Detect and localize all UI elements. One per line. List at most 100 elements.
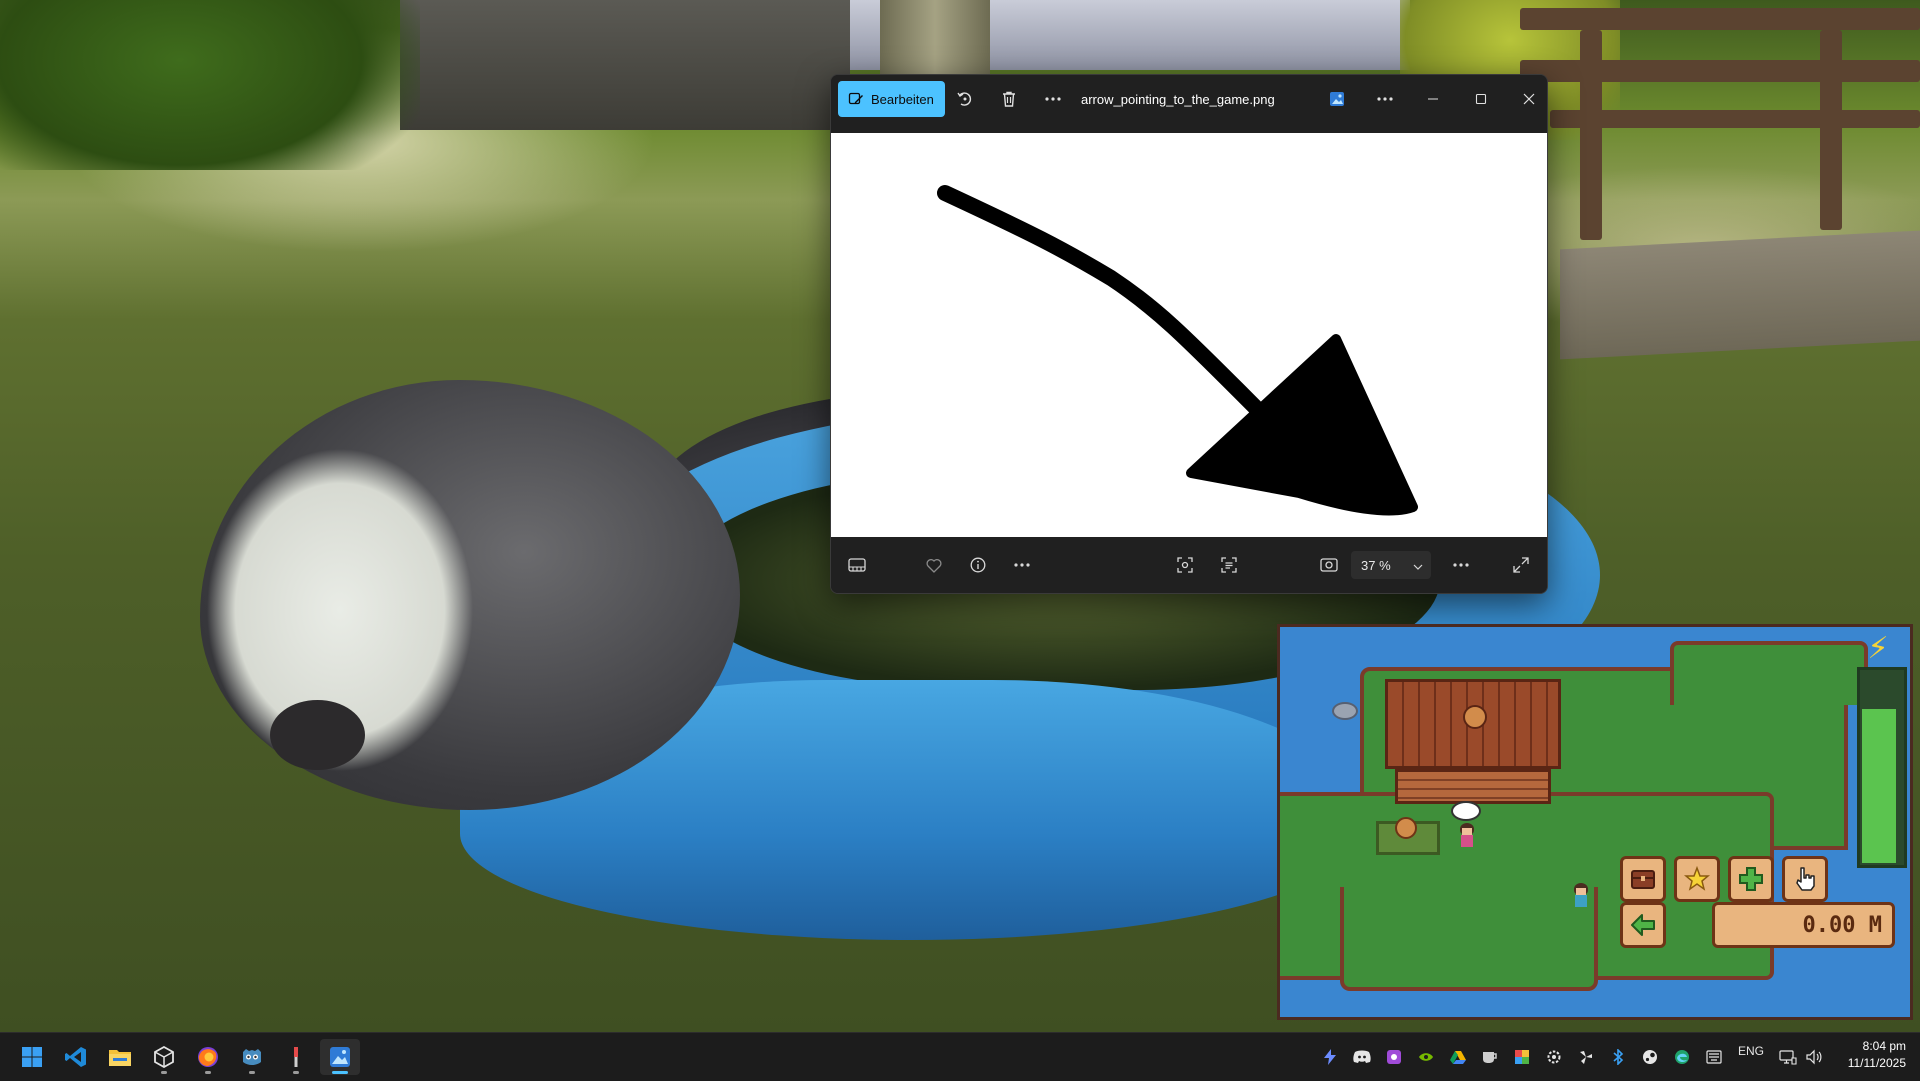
interact-button[interactable] (1782, 856, 1828, 902)
text-scan-icon (1221, 557, 1237, 573)
arrow-drawing (937, 185, 1418, 516)
favorites-button[interactable] (1674, 856, 1720, 902)
image-canvas[interactable] (831, 133, 1547, 537)
inventory-button[interactable] (1620, 856, 1666, 902)
taskbar-app-photos[interactable] (320, 1039, 360, 1075)
viewer-bottom-bar: 37 % (831, 537, 1547, 593)
start-button[interactable] (12, 1039, 52, 1075)
arrow-left-icon (1631, 914, 1655, 936)
star-icon (1684, 866, 1710, 891)
volume-button[interactable] (1802, 1045, 1826, 1069)
tray-item[interactable] (1382, 1045, 1406, 1069)
viewer-title-bar[interactable]: Bearbeiten arrow_pointing_to_the_game.pn… (831, 75, 1547, 133)
more-options-button[interactable] (1035, 81, 1071, 117)
fullscreen-button[interactable] (1503, 547, 1539, 583)
wallpaper-wall (400, 0, 850, 130)
network-icon (1779, 1050, 1797, 1065)
expand-icon (1513, 557, 1529, 573)
photos-app-button[interactable] (1319, 81, 1355, 117)
edge-icon (1675, 1050, 1689, 1064)
clock[interactable]: 8:04 pm 11/11/2025 (1832, 1038, 1906, 1072)
wallpaper-path (1560, 230, 1920, 360)
chevron-down-icon (1413, 558, 1423, 573)
photos-viewer-window: Bearbeiten arrow_pointing_to_the_game.pn… (830, 74, 1548, 594)
trash-icon (1003, 91, 1015, 107)
steam-icon (1643, 1050, 1657, 1064)
photos-icon (330, 1047, 350, 1067)
nvidia-icon (1419, 1053, 1433, 1061)
tray-item[interactable] (1510, 1045, 1534, 1069)
island-grass (1340, 887, 1598, 991)
close-button[interactable] (1511, 81, 1547, 117)
taskbar-app-tool[interactable] (276, 1039, 316, 1075)
tray-item[interactable] (1702, 1045, 1726, 1069)
google-drive-icon (1450, 1051, 1466, 1064)
distance-counter: 0.00 M (1712, 902, 1895, 948)
taskbar-app-godot[interactable] (232, 1039, 272, 1075)
wallpaper-bench (1520, 0, 1920, 250)
speaker-icon (1806, 1049, 1822, 1065)
game-window[interactable]: ⚡ 0.00 M (1277, 624, 1913, 1020)
npc-character[interactable] (1458, 823, 1476, 849)
taskbar-app-firefox[interactable] (188, 1039, 228, 1075)
fan-icon (1580, 1051, 1592, 1064)
network-button[interactable] (1776, 1045, 1800, 1069)
color-app-icon (1515, 1050, 1529, 1064)
filmstrip-button[interactable] (839, 547, 875, 583)
text-scan-button[interactable] (1211, 547, 1247, 583)
discord-icon (1353, 1050, 1371, 1063)
tray-item[interactable] (1574, 1045, 1598, 1069)
tray-item[interactable] (1638, 1045, 1662, 1069)
actual-size-button[interactable] (1311, 547, 1347, 583)
camera-frame-icon (1320, 558, 1338, 572)
speech-bubble-icon (1451, 801, 1481, 821)
tray-item[interactable] (1446, 1045, 1470, 1069)
language-indicator[interactable]: ENG (1738, 1044, 1764, 1058)
minimize-button[interactable] (1415, 81, 1451, 117)
more-horizontal-icon (1045, 97, 1061, 101)
more-horizontal-icon (1377, 97, 1393, 101)
plus-icon (1739, 867, 1763, 891)
taskbar-app-unity[interactable] (144, 1039, 184, 1075)
energy-fill (1862, 709, 1896, 863)
file-info-button[interactable] (960, 547, 996, 583)
maximize-icon (1475, 93, 1487, 105)
back-button[interactable] (1620, 902, 1666, 948)
bluetooth-icon (1613, 1049, 1624, 1065)
bottom-more-button[interactable] (1004, 547, 1040, 583)
taskbar-app-vscode[interactable] (56, 1039, 96, 1075)
wallpaper-dog-nose (270, 700, 365, 770)
windows-start-icon (22, 1047, 42, 1067)
info-icon (970, 557, 986, 573)
close-icon (1523, 93, 1535, 105)
zoom-dropdown[interactable]: 37 % (1351, 551, 1431, 579)
tray-item[interactable] (1318, 1045, 1342, 1069)
rotate-button[interactable] (947, 81, 983, 117)
taskbar-app-explorer[interactable] (100, 1039, 140, 1075)
edit-button[interactable]: Bearbeiten (838, 81, 945, 117)
keyboard-icon (1706, 1050, 1722, 1064)
app-icon (1387, 1050, 1401, 1064)
tray-item[interactable] (1414, 1045, 1438, 1069)
maximize-button[interactable] (1463, 81, 1499, 117)
zoom-more-button[interactable] (1443, 547, 1479, 583)
energy-bar (1857, 667, 1907, 868)
window-more-button[interactable] (1367, 81, 1403, 117)
player-character[interactable] (1572, 883, 1590, 909)
more-horizontal-icon (1453, 563, 1469, 567)
tray-item[interactable] (1478, 1045, 1502, 1069)
tray-item[interactable] (1606, 1045, 1630, 1069)
tray-item[interactable] (1350, 1045, 1374, 1069)
godot-icon (243, 1049, 261, 1065)
more-horizontal-icon (1014, 563, 1030, 567)
wooden-hut (1385, 679, 1561, 804)
favorite-button[interactable] (916, 547, 952, 583)
coin-icon (1395, 817, 1417, 839)
delete-button[interactable] (991, 81, 1027, 117)
file-explorer-icon (109, 1050, 131, 1066)
tray-item[interactable] (1670, 1045, 1694, 1069)
visual-search-button[interactable] (1167, 547, 1203, 583)
rotate-icon (957, 92, 972, 106)
add-button[interactable] (1728, 856, 1774, 902)
tray-item[interactable] (1542, 1045, 1566, 1069)
